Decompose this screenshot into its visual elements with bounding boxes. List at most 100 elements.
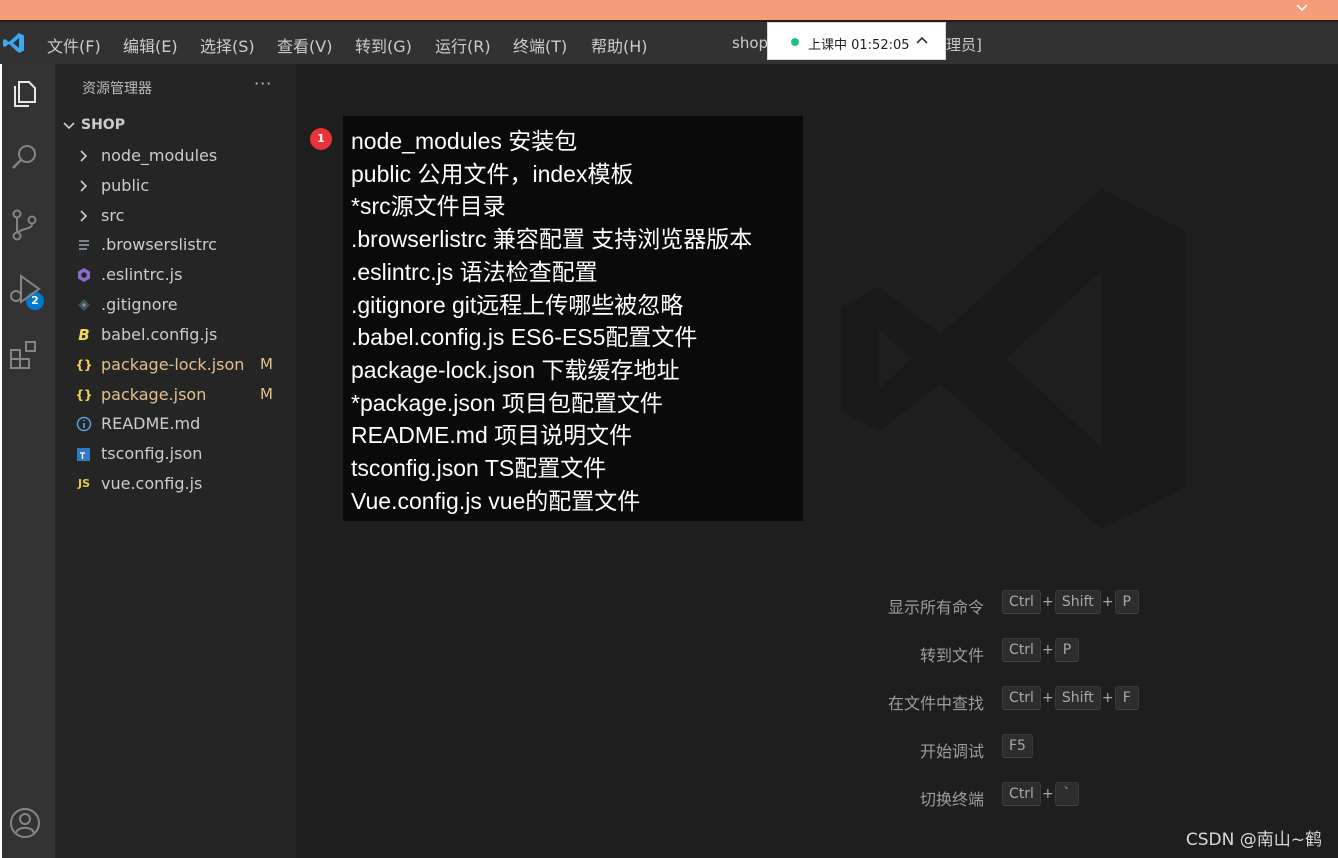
shortcut-command-label: 显示所有命令 [887, 598, 984, 617]
note-line: .babel.config.js ES6-ES5配置文件 [351, 324, 698, 351]
folder-header-shop[interactable]: SHOP [55, 114, 296, 138]
key-plus: + [1101, 594, 1114, 610]
menu-terminal[interactable]: 终端(T) [513, 33, 567, 57]
tree-item-browserslistrc[interactable]: .browserslistrc [55, 231, 296, 259]
menu-run[interactable]: 运行(R) [435, 33, 491, 57]
tree-item-node-modules[interactable]: node_modules [55, 142, 296, 170]
shortcut-keys: F5 [1002, 734, 1033, 762]
tree-item-src[interactable]: src [55, 202, 296, 230]
tree-item-label: package.json [101, 385, 207, 404]
note-line: tsconfig.json TS配置文件 [351, 455, 607, 482]
more-actions-icon[interactable]: ··· [254, 74, 272, 93]
tree-item-vue-config[interactable]: JS vue.config.js [55, 470, 296, 498]
chevron-right-icon [80, 180, 88, 192]
shortcut-command-label: 转到文件 [919, 646, 984, 665]
menu-selection[interactable]: 选择(S) [200, 33, 255, 57]
tree-item-label: .gitignore [101, 295, 178, 314]
note-line: .eslintrc.js 语法检查配置 [351, 258, 598, 285]
git-icon [78, 299, 90, 311]
csdn-watermark: CSDN @南山~鹤 [1185, 830, 1322, 850]
note-line: *src源文件目录 [351, 193, 506, 220]
typescript-icon [77, 448, 90, 461]
menu-view[interactable]: 查看(V) [277, 33, 332, 57]
key-cap: Ctrl [1002, 638, 1041, 662]
note-line: node_modules 安装包 [351, 128, 578, 154]
tree-item-package-json[interactable]: {} package.json M [55, 381, 296, 409]
modified-status: M [260, 385, 273, 403]
annotation-note: node_modules 安装包 public 公用文件，index模板 *sr… [343, 116, 803, 521]
key-plus: + [1042, 786, 1054, 802]
vscode-watermark-icon [841, 189, 1186, 529]
key-cap: Ctrl [1002, 782, 1041, 806]
tree-item-babel-config[interactable]: B babel.config.js [55, 321, 296, 349]
shortcut-keys: Ctrl + ` [1002, 782, 1079, 810]
shortcut-command-label: 开始调试 [919, 742, 984, 761]
window-title: shop [732, 34, 769, 52]
window-title-suffix: 理员] [946, 36, 982, 54]
key-plus: + [1042, 594, 1054, 610]
tree-item-label: public [101, 176, 150, 195]
menu-edit[interactable]: 编辑(E) [123, 33, 178, 57]
modified-status: M [260, 355, 273, 373]
key-cap: Ctrl [1002, 686, 1041, 710]
menu-help[interactable]: 帮助(H) [591, 33, 648, 57]
shortcut-keys: Ctrl + Shift + P [1002, 590, 1139, 618]
chevron-down-icon[interactable] [1296, 2, 1308, 14]
shortcut-start-debugging: 开始调试 F5 [0, 734, 1338, 762]
tree-item-package-lock[interactable]: {} package-lock.json M [55, 351, 296, 379]
extensions-icon[interactable] [8, 338, 42, 372]
folder-name: SHOP [81, 117, 125, 133]
key-cap: Ctrl [1002, 590, 1041, 614]
tree-item-tsconfig[interactable]: tsconfig.json [55, 440, 296, 468]
chevron-right-icon [80, 210, 88, 222]
shortcut-go-to-file: 转到文件 Ctrl + P [0, 638, 1338, 666]
explorer-title: 资源管理器 [82, 81, 152, 97]
key-plus: + [1101, 690, 1114, 706]
search-icon[interactable] [8, 140, 42, 174]
shortcut-command-label: 在文件中查找 [887, 694, 984, 713]
key-cap: F5 [1002, 734, 1033, 758]
tree-item-gitignore[interactable]: .gitignore [55, 291, 296, 319]
chevron-down-icon [63, 122, 75, 130]
json-icon: {} [75, 388, 93, 402]
shortcut-show-all-commands: 显示所有命令 Ctrl + Shift + P [0, 590, 1338, 618]
class-status-text: 上课中 01:52:05 [808, 38, 910, 53]
key-cap: F [1114, 686, 1139, 710]
note-line: .browserlistrc 兼容配置 支持浏览器版本 [351, 226, 753, 253]
javascript-icon: JS [77, 477, 90, 490]
run-debug-icon[interactable] [8, 272, 42, 306]
tree-item-public[interactable]: public [55, 172, 296, 200]
tree-item-label: vue.config.js [101, 474, 203, 493]
shortcut-command-label: 切换终端 [919, 790, 984, 809]
menu-file[interactable]: 文件(F) [47, 33, 101, 57]
note-line: Vue.config.js vue的配置文件 [351, 487, 641, 514]
tree-item-eslintrc[interactable]: .eslintrc.js [55, 261, 296, 289]
account-icon[interactable] [8, 806, 42, 840]
tree-item-label: .browserslistrc [101, 235, 217, 254]
shortcut-find-in-files: 在文件中查找 Ctrl + Shift + F [0, 686, 1338, 714]
source-control-icon[interactable] [8, 208, 42, 242]
eslint-icon [78, 268, 90, 282]
tree-item-label: src [101, 206, 125, 225]
info-icon [76, 416, 92, 432]
key-plus: + [1042, 642, 1054, 658]
tree-item-label: node_modules [101, 146, 218, 165]
tree-item-label: tsconfig.json [101, 444, 203, 463]
json-icon: {} [75, 358, 93, 372]
shortcut-keys: Ctrl + Shift + F [1002, 686, 1139, 714]
text-file-icon [79, 240, 89, 250]
class-status-pill[interactable]: 上课中 01:52:05 [767, 22, 946, 60]
shortcut-toggle-terminal: 切换终端 Ctrl + ` [0, 782, 1338, 810]
tree-item-label: .eslintrc.js [101, 265, 183, 284]
chevron-right-icon [80, 150, 88, 162]
tree-item-label: README.md [101, 414, 201, 433]
note-line: package-lock.json 下载缓存地址 [351, 356, 680, 383]
tree-item-label: babel.config.js [101, 325, 218, 344]
key-cap: ` [1054, 782, 1079, 806]
menu-go[interactable]: 转到(G) [355, 33, 412, 57]
note-line: public 公用文件，index模板 [351, 160, 634, 187]
files-icon[interactable] [8, 76, 42, 110]
tree-item-readme[interactable]: README.md [55, 410, 296, 438]
key-cap: P [1054, 638, 1079, 662]
chevron-up-icon[interactable] [916, 35, 928, 47]
